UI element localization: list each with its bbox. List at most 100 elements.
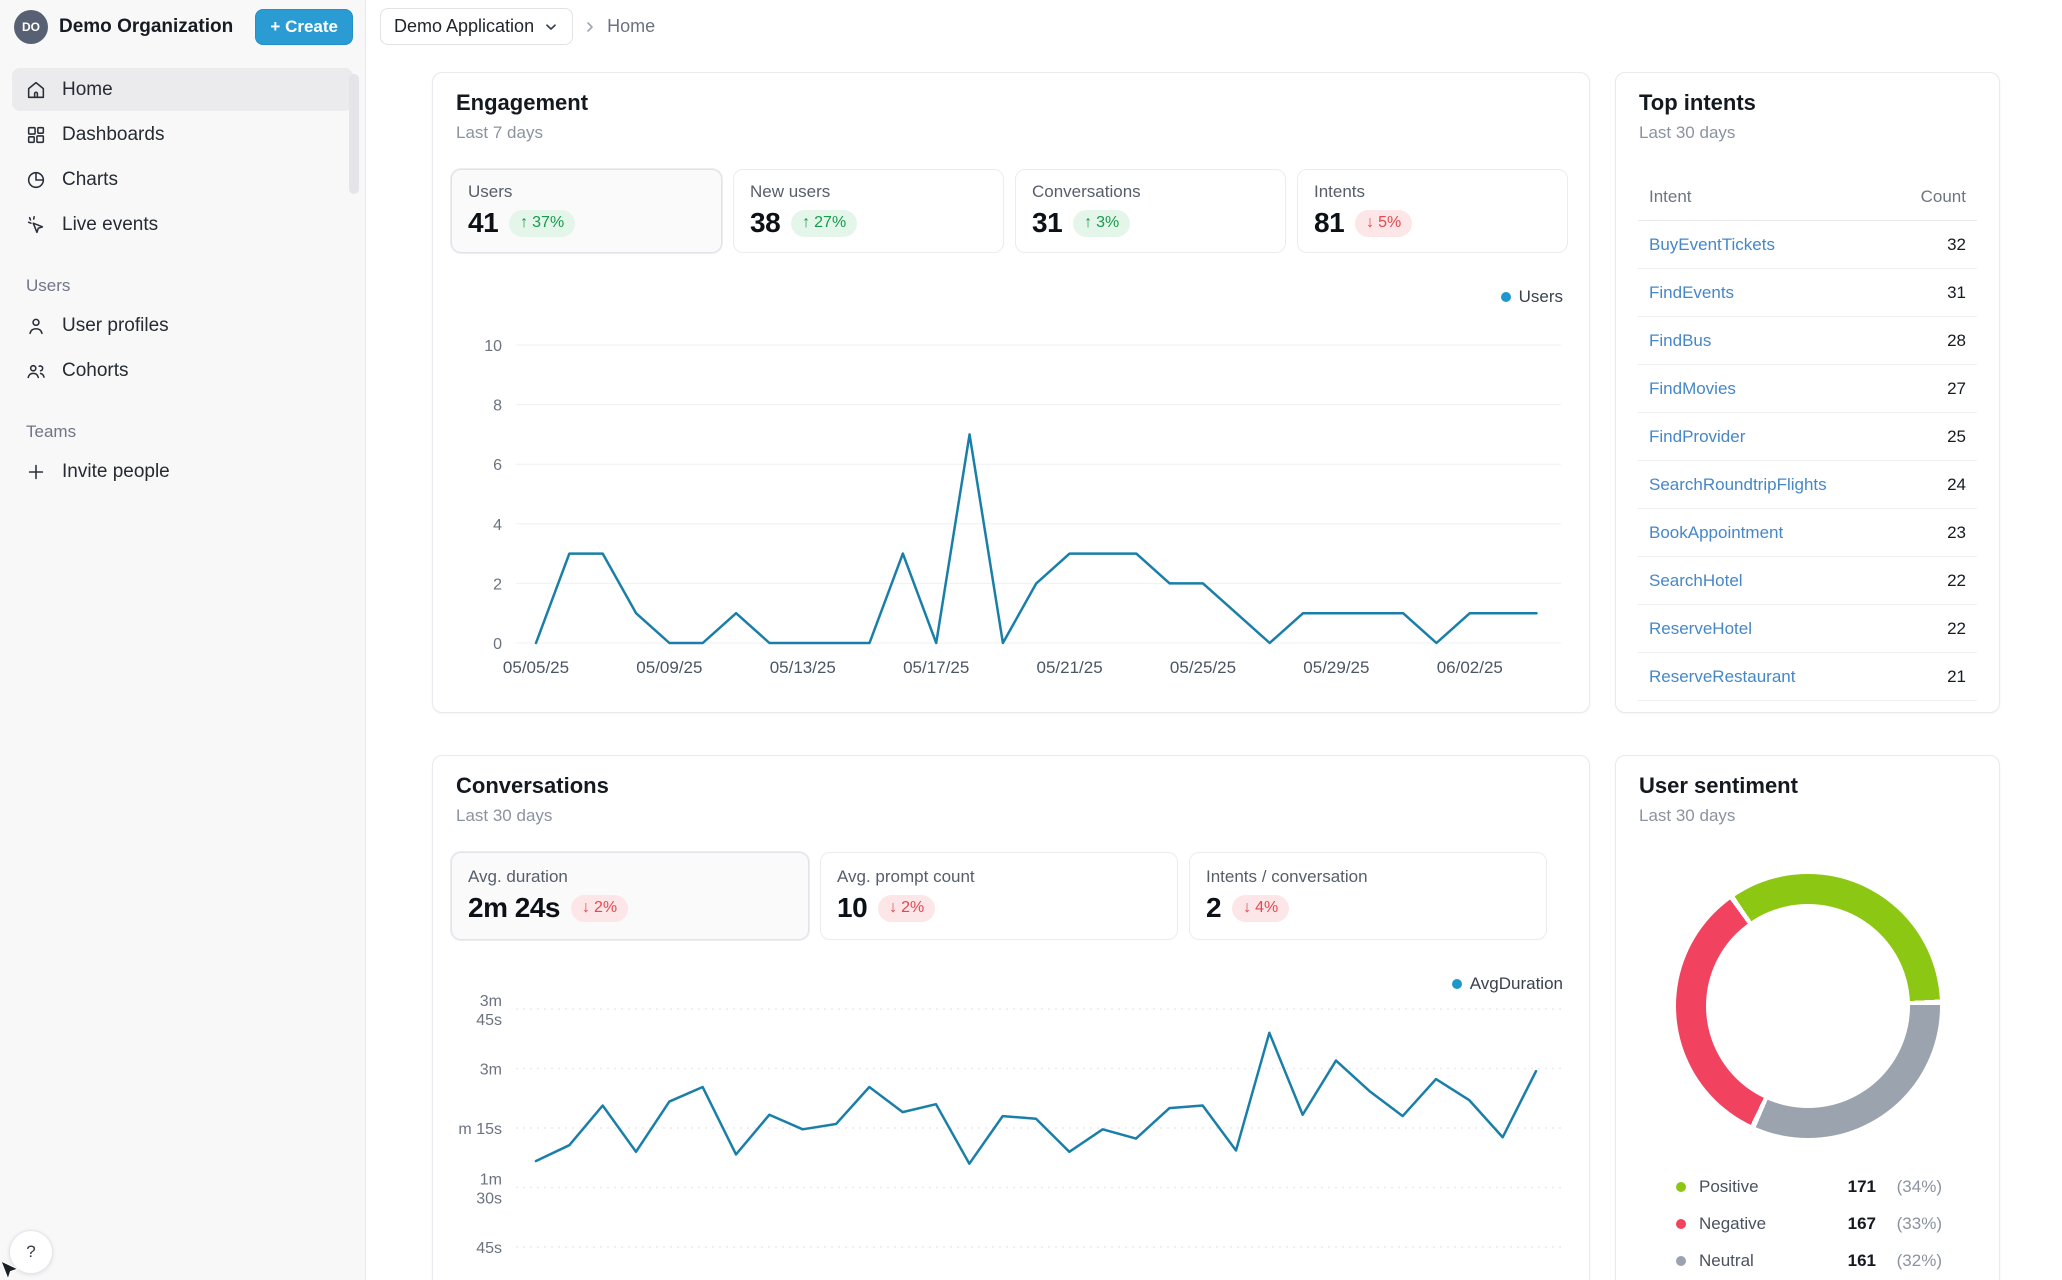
table-row: BuyEventTickets 32: [1638, 221, 1977, 269]
svg-text:05/29/25: 05/29/25: [1303, 658, 1369, 677]
sidebar-item-invite-people[interactable]: Invite people: [12, 450, 353, 493]
conversations-title: Conversations: [456, 773, 1566, 799]
create-button[interactable]: + Create: [255, 9, 353, 45]
svg-text:05/13/25: 05/13/25: [770, 658, 836, 677]
intent-count: 24: [1947, 475, 1966, 495]
intent-count: 21: [1947, 667, 1966, 687]
app-selector[interactable]: Demo Application: [380, 8, 573, 45]
engagement-stats: Users 41 ↑37% New users 38 ↑27% Conversa…: [451, 169, 1568, 253]
sidebar-item-home[interactable]: Home: [12, 68, 353, 111]
sidebar-item-charts[interactable]: Charts: [12, 158, 353, 201]
delta-badge: ↓4%: [1232, 895, 1289, 922]
stat-card-intents-per-conversation[interactable]: Intents / conversation 2 ↓4%: [1189, 852, 1547, 940]
stat-value: 31: [1032, 207, 1062, 239]
delta-badge: ↓2%: [878, 895, 935, 922]
stat-card-avg-duration[interactable]: Avg. duration 2m 24s ↓2%: [451, 852, 809, 940]
sidebar-item-user-profiles[interactable]: User profiles: [12, 304, 353, 347]
intent-link[interactable]: ReserveRestaurant: [1649, 667, 1795, 687]
sentiment-title: User sentiment: [1639, 773, 1976, 799]
stat-value: 10: [837, 892, 867, 924]
intent-link[interactable]: FindProvider: [1649, 427, 1745, 447]
intents-table-header: IntentCount: [1638, 177, 1977, 221]
sidebar-nav: Home Dashboards Charts Live events: [0, 68, 365, 493]
arrow-down-icon: ↓: [1243, 899, 1251, 917]
svg-text:05/21/25: 05/21/25: [1037, 658, 1103, 677]
top-intents-card: Top intents Last 30 days IntentCount Buy…: [1615, 72, 2000, 713]
stat-card-new-users[interactable]: New users 38 ↑27%: [733, 169, 1004, 253]
sidebar-item-dashboards[interactable]: Dashboards: [12, 113, 353, 156]
intent-count: 27: [1947, 379, 1966, 399]
stat-value: 38: [750, 207, 780, 239]
stat-value: 41: [468, 207, 498, 239]
intent-link[interactable]: BuyEventTickets: [1649, 235, 1775, 255]
org-header: DO Demo Organization + Create: [0, 0, 365, 54]
breadcrumb-page[interactable]: Home: [607, 16, 655, 37]
conversations-subtitle: Last 30 days: [456, 806, 1566, 826]
svg-text:4: 4: [493, 517, 502, 534]
svg-text:2: 2: [493, 576, 502, 593]
sidebar-item-live-events[interactable]: Live events: [12, 203, 353, 246]
sidebar-scrollbar[interactable]: [349, 74, 359, 194]
user-icon: [24, 314, 47, 337]
intent-link[interactable]: BookAppointment: [1649, 523, 1783, 543]
stat-card-intents[interactable]: Intents 81 ↓5%: [1297, 169, 1568, 253]
svg-text:45s: 45s: [476, 1240, 502, 1257]
negative-dot-icon: [1676, 1219, 1686, 1229]
arrow-down-icon: ↓: [582, 899, 590, 917]
main-content: Demo Application Home Engagement Last 7 …: [366, 0, 2062, 1280]
top-intents-title: Top intents: [1639, 90, 1976, 116]
sidebar: DO Demo Organization + Create Home Dashb…: [0, 0, 366, 1280]
sidebar-section-users: Users: [26, 276, 339, 296]
org-avatar: DO: [14, 10, 48, 44]
stat-label: Conversations: [1032, 182, 1269, 202]
table-row: BookAppointment23: [1638, 509, 1977, 557]
table-row: ReserveRestaurant 21: [1638, 653, 1977, 701]
table-row: SearchRoundtripFlights 24: [1638, 461, 1977, 509]
intent-link[interactable]: FindBus: [1649, 331, 1711, 351]
table-row: ReserveHotel22: [1638, 605, 1977, 653]
stat-label: Users: [468, 182, 705, 202]
stat-value: 2m 24s: [468, 892, 560, 924]
svg-text:8: 8: [493, 398, 502, 415]
svg-text:05/25/25: 05/25/25: [1170, 658, 1236, 677]
svg-text:1m30s: 1m30s: [476, 1172, 502, 1208]
svg-text:05/09/25: 05/09/25: [636, 658, 702, 677]
intent-count: 32: [1947, 235, 1966, 255]
intent-count: 22: [1947, 571, 1966, 591]
sidebar-item-label: Cohorts: [62, 360, 129, 382]
app-selector-label: Demo Application: [394, 16, 534, 37]
positive-dot-icon: [1676, 1182, 1686, 1192]
sidebar-item-label: Home: [62, 79, 113, 101]
sidebar-item-label: Live events: [62, 214, 158, 236]
stat-card-conversations[interactable]: Conversations 31 ↑3%: [1015, 169, 1286, 253]
delta-badge: ↑37%: [509, 210, 575, 237]
sentiment-donut-chart: [1676, 874, 1940, 1138]
sentiment-legend: Positive 171 34% Negative 167 33% Neutra…: [1676, 1168, 1942, 1279]
intent-link[interactable]: SearchHotel: [1649, 571, 1743, 591]
delta-badge: ↑27%: [791, 210, 857, 237]
intent-link[interactable]: SearchRoundtripFlights: [1649, 475, 1827, 495]
mouse-cursor: [0, 1260, 22, 1280]
sidebar-section-teams: Teams: [26, 422, 339, 442]
stat-card-users[interactable]: Users 41 ↑37%: [451, 169, 722, 253]
svg-text:m 15s: m 15s: [458, 1121, 502, 1138]
chevron-right-icon: [582, 19, 598, 35]
intents-table: IntentCount BuyEventTickets 32 FindEvents…: [1638, 177, 1977, 701]
live-events-icon: [24, 213, 47, 236]
arrow-down-icon: ↓: [889, 899, 897, 917]
breadcrumb: Demo Application Home: [380, 8, 655, 45]
intent-link[interactable]: FindEvents: [1649, 283, 1734, 303]
charts-icon: [24, 168, 47, 191]
intent-count: 31: [1947, 283, 1966, 303]
intent-link[interactable]: ReserveHotel: [1649, 619, 1752, 639]
arrow-up-icon: ↑: [802, 214, 810, 232]
stat-card-avg-prompt-count[interactable]: Avg. prompt count 10 ↓2%: [820, 852, 1178, 940]
user-sentiment-card: User sentiment Last 30 days Positive 171…: [1615, 755, 2000, 1280]
intent-link[interactable]: FindMovies: [1649, 379, 1736, 399]
app-root: DO Demo Organization + Create Home Dashb…: [0, 0, 2062, 1280]
table-row: SearchHotel 22: [1638, 557, 1977, 605]
sidebar-item-label: Invite people: [62, 461, 170, 483]
sidebar-item-cohorts[interactable]: Cohorts: [12, 349, 353, 392]
home-icon: [24, 78, 47, 101]
svg-text:3m45s: 3m45s: [476, 993, 502, 1029]
